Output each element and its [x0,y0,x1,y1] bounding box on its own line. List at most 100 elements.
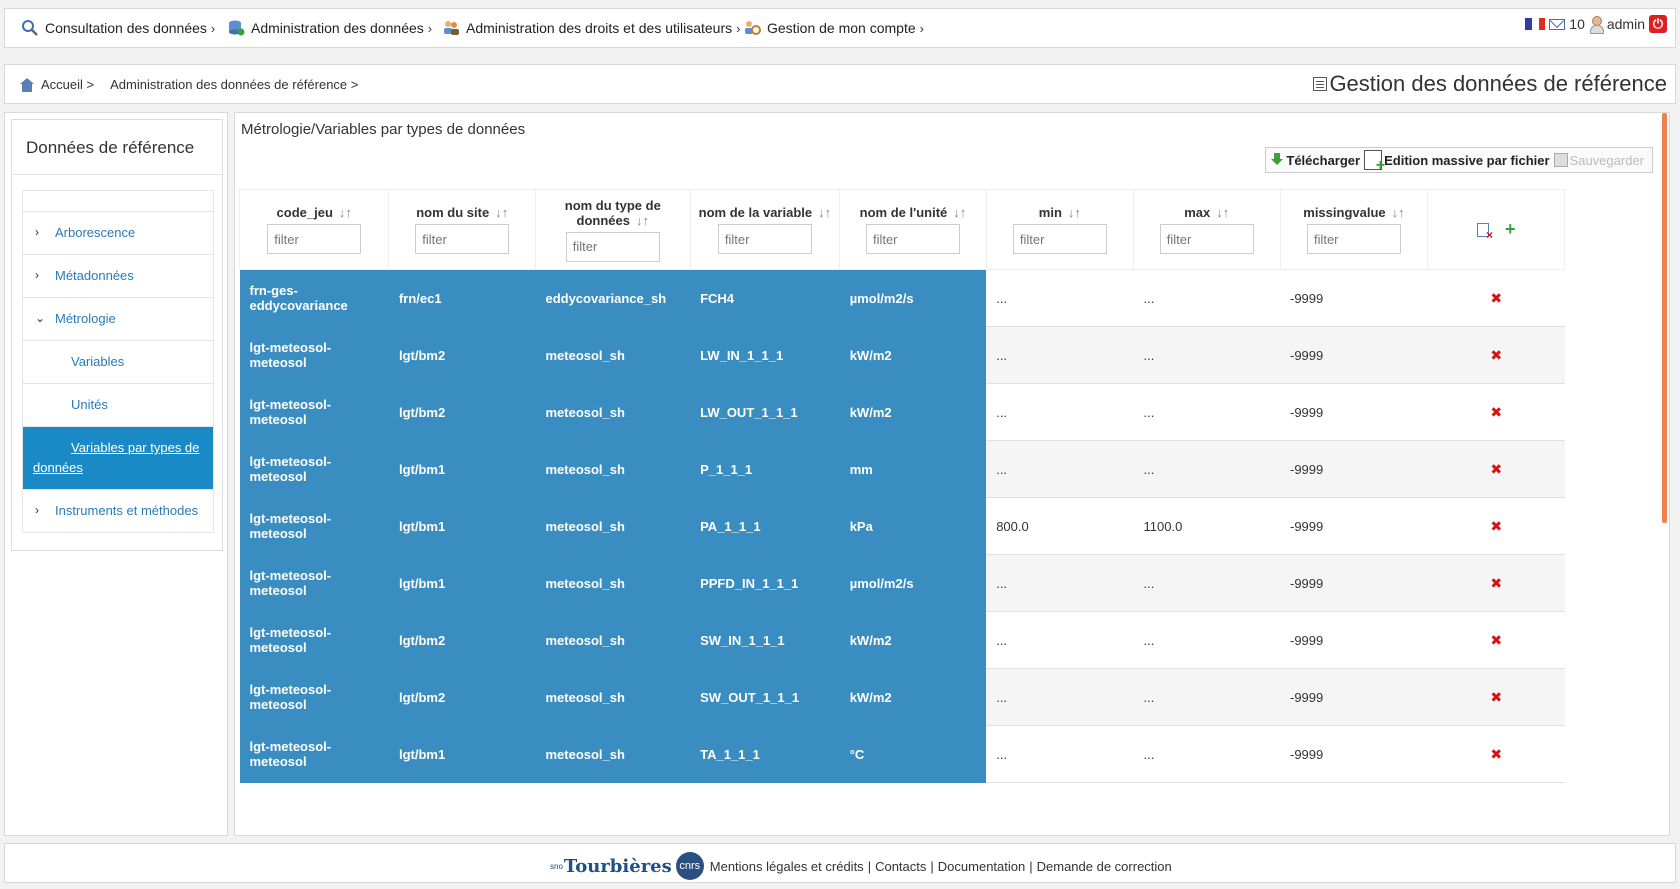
footer-link-correction[interactable]: Demande de correction [1037,859,1172,874]
sort-icon[interactable]: ↓↑ [953,205,966,220]
table-row[interactable]: frn-ges-eddycovariance frn/ec1 eddycovaria… [239,269,1565,327]
sidebar-item-variables-par-types[interactable]: Variables par types de données [22,427,214,490]
table-cell-min[interactable]: ... [986,725,1134,783]
table-row[interactable]: lgt-meteosol-meteosol lgt/bm2 meteosol_sh L… [239,326,1565,384]
sort-icon[interactable]: ↓↑ [636,213,649,228]
table-row[interactable]: lgt-meteosol-meteosol lgt/bm2 meteosol_sh S… [239,668,1565,726]
table-cell-variable[interactable]: P_1_1_1 [690,440,840,498]
table-row[interactable]: lgt-meteosol-meteosol lgt/bm1 meteosol_sh P… [239,554,1565,612]
column-header-min[interactable]: min ↓↑ [985,189,1135,270]
table-cell-site[interactable]: lgt/bm2 [388,611,536,669]
table-cell-variable[interactable]: PA_1_1_1 [690,497,840,555]
table-cell-site[interactable]: lgt/bm1 [388,554,536,612]
table-cell-min[interactable]: ... [986,383,1134,441]
table-row[interactable]: lgt-meteosol-meteosol lgt/bm1 meteosol_sh P… [239,440,1565,498]
delete-row-icon[interactable]: ✖ [1490,632,1502,648]
sort-icon[interactable]: ↓↑ [1068,205,1081,220]
table-cell-unit[interactable]: °C [839,725,987,783]
table-cell-unit[interactable]: kW/m2 [839,326,987,384]
logout-icon[interactable]: ⏻ [1649,15,1667,33]
table-cell-missing[interactable]: -9999 [1280,326,1428,384]
table-cell-max[interactable]: ... [1133,440,1280,498]
table-cell-missing[interactable]: -9999 [1280,383,1428,441]
chevron-right-icon[interactable]: › [35,222,39,242]
delete-row-icon[interactable]: ✖ [1490,290,1502,306]
table-cell-type[interactable]: eddycovariance_sh [535,269,691,327]
delete-row-icon[interactable]: ✖ [1490,689,1502,705]
table-cell-min[interactable]: 800.0 [986,497,1134,555]
sort-icon[interactable]: ↓↑ [1392,205,1405,220]
home-icon[interactable] [19,77,35,92]
message-count[interactable]: 10 [1569,16,1585,32]
footer-link-documentation[interactable]: Documentation [938,859,1025,874]
table-cell-missing[interactable]: -9999 [1280,725,1428,783]
table-cell-site[interactable]: lgt/bm2 [388,326,536,384]
table-cell-type[interactable]: meteosol_sh [535,611,691,669]
table-cell-max[interactable]: ... [1133,611,1280,669]
table-cell-variable[interactable]: SW_IN_1_1_1 [690,611,840,669]
table-cell-code-jeu[interactable]: frn-ges-eddycovariance [239,269,389,327]
nav-consultation[interactable]: Consultation des données › [21,19,215,37]
table-cell-max[interactable]: ... [1133,326,1280,384]
table-row[interactable]: lgt-meteosol-meteosol lgt/bm2 meteosol_sh L… [239,383,1565,441]
sidebar-item-metadonnees[interactable]: › Métadonnées [22,255,214,298]
footer-link-contacts[interactable]: Contacts [875,859,926,874]
table-cell-type[interactable]: meteosol_sh [535,668,691,726]
delete-row-icon[interactable]: ✖ [1490,518,1502,534]
mail-icon[interactable] [1549,18,1566,30]
table-cell-type[interactable]: meteosol_sh [535,725,691,783]
nav-admin-rights[interactable]: Administration des droits et des utilisa… [442,19,740,37]
table-cell-max[interactable]: ... [1133,725,1280,783]
column-header-variable[interactable]: nom de la variable ↓↑ [689,189,841,270]
add-row-icon[interactable]: + [1505,219,1516,240]
table-cell-missing[interactable]: -9999 [1280,554,1428,612]
column-header-max[interactable]: max ↓↑ [1133,189,1281,270]
filter-input-type[interactable] [565,231,660,262]
nav-account[interactable]: Gestion de mon compte › [743,19,924,37]
table-cell-missing[interactable]: -9999 [1280,497,1428,555]
table-cell-code-jeu[interactable]: lgt-meteosol-meteosol [239,383,389,441]
column-header-type[interactable]: nom du type de données ↓↑ [534,189,691,270]
sidebar-item-variables[interactable]: Variables [22,341,214,384]
table-cell-min[interactable]: ... [986,668,1134,726]
delete-row-icon[interactable]: ✖ [1490,347,1502,363]
clear-filters-icon[interactable] [1476,222,1493,242]
table-cell-min[interactable]: ... [986,440,1134,498]
delete-row-icon[interactable]: ✖ [1490,746,1502,762]
table-cell-unit[interactable]: kW/m2 [839,611,987,669]
table-cell-variable[interactable]: PPFD_IN_1_1_1 [690,554,840,612]
table-cell-missing[interactable]: -9999 [1280,668,1428,726]
sidebar-item-arborescence[interactable]: › Arborescence [22,212,214,255]
table-cell-code-jeu[interactable]: lgt-meteosol-meteosol [239,554,389,612]
table-cell-code-jeu[interactable]: lgt-meteosol-meteosol [239,725,389,783]
table-cell-type[interactable]: meteosol_sh [535,497,691,555]
breadcrumb-home[interactable]: Accueil > [41,77,94,92]
table-cell-max[interactable]: ... [1133,383,1280,441]
sort-icon[interactable]: ↓↑ [495,205,508,220]
filter-input-min[interactable] [1012,224,1107,254]
delete-row-icon[interactable]: ✖ [1490,404,1502,420]
table-cell-type[interactable]: meteosol_sh [535,554,691,612]
column-header-unit[interactable]: nom de l'unité ↓↑ [839,189,987,270]
table-cell-code-jeu[interactable]: lgt-meteosol-meteosol [239,497,389,555]
chevron-right-icon[interactable]: › [35,500,39,520]
table-cell-site[interactable]: frn/ec1 [388,269,536,327]
column-header-missing[interactable]: missingvalue ↓↑ [1279,189,1429,270]
table-cell-missing[interactable]: -9999 [1280,269,1428,327]
nav-admin-data[interactable]: Administration des données › [227,19,432,37]
column-header-code-jeu[interactable]: code_jeu ↓↑ [238,189,390,270]
table-row[interactable]: lgt-meteosol-meteosol lgt/bm2 meteosol_sh S… [239,611,1565,669]
sort-icon[interactable]: ↓↑ [339,205,352,220]
table-cell-site[interactable]: lgt/bm2 [388,383,536,441]
table-cell-max[interactable]: ... [1133,269,1280,327]
bulk-edit-button[interactable]: Edition massive par fichier [1364,150,1550,175]
footer-link-legal[interactable]: Mentions légales et crédits [710,859,864,874]
filter-input-max[interactable] [1159,224,1254,254]
table-cell-min[interactable]: ... [986,611,1134,669]
table-cell-unit[interactable]: mm [839,440,987,498]
table-cell-variable[interactable]: TA_1_1_1 [690,725,840,783]
table-cell-unit[interactable]: kW/m2 [839,668,987,726]
table-cell-site[interactable]: lgt/bm1 [388,497,536,555]
sidebar-item-unites[interactable]: Unités [22,384,214,427]
breadcrumb-current[interactable]: Administration des données de référence … [110,77,358,92]
